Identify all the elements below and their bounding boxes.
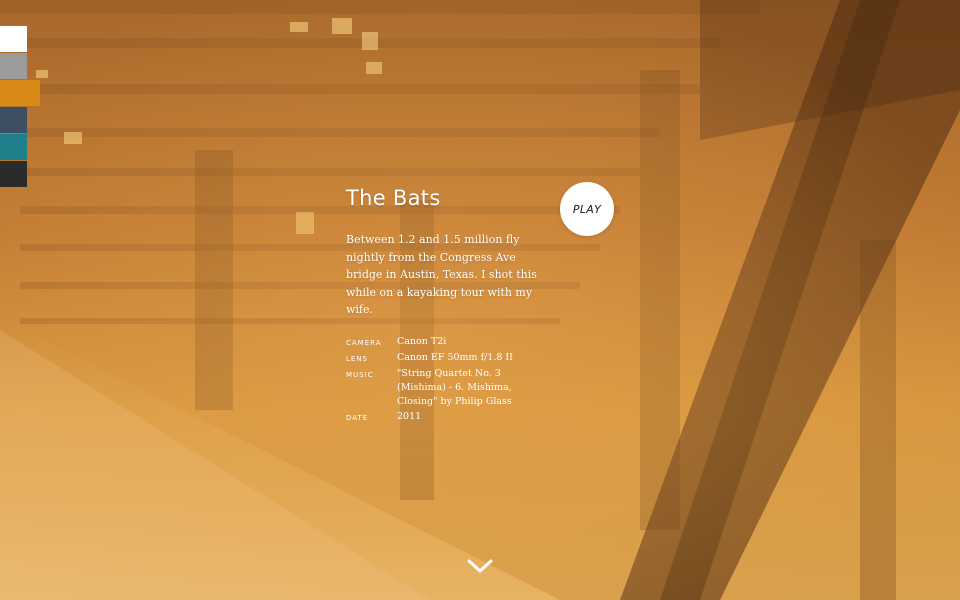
color-swatch-charcoal[interactable] <box>0 161 27 187</box>
meta-key: MUSIC <box>346 370 374 379</box>
meta-value: "String Quartet No. 3 (Mishima) - 6. Mis… <box>397 367 512 407</box>
meta-value: 2011 <box>397 410 422 422</box>
meta-key: LENS <box>346 354 369 363</box>
scroll-down-button[interactable] <box>467 558 493 574</box>
color-swatch-slate[interactable] <box>0 107 27 133</box>
color-swatch-amber[interactable] <box>0 80 40 106</box>
color-swatch-bar <box>0 26 40 188</box>
play-button[interactable]: PLAY <box>560 182 614 236</box>
chevron-down-icon <box>467 559 493 573</box>
color-swatch-white[interactable] <box>0 26 27 52</box>
meta-row-camera: CAMERA Canon T2i <box>346 335 546 350</box>
meta-row-music: MUSIC "String Quartet No. 3 (Mishima) - … <box>346 367 546 409</box>
meta-row-lens: LENS Canon EF 50mm f/1.8 II <box>346 351 546 366</box>
play-button-label: PLAY <box>572 202 602 216</box>
video-metadata: CAMERA Canon T2i LENS Canon EF 50mm f/1.… <box>346 335 546 425</box>
meta-value: Canon EF 50mm f/1.8 II <box>397 351 513 363</box>
meta-row-date: DATE 2011 <box>346 410 546 425</box>
meta-value: Canon T2i <box>397 335 447 347</box>
meta-key: DATE <box>346 413 369 422</box>
color-swatch-teal[interactable] <box>0 134 27 160</box>
color-swatch-gray[interactable] <box>0 53 27 79</box>
video-description: Between 1.2 and 1.5 million fly nightly … <box>346 233 537 316</box>
meta-key: CAMERA <box>346 338 382 347</box>
